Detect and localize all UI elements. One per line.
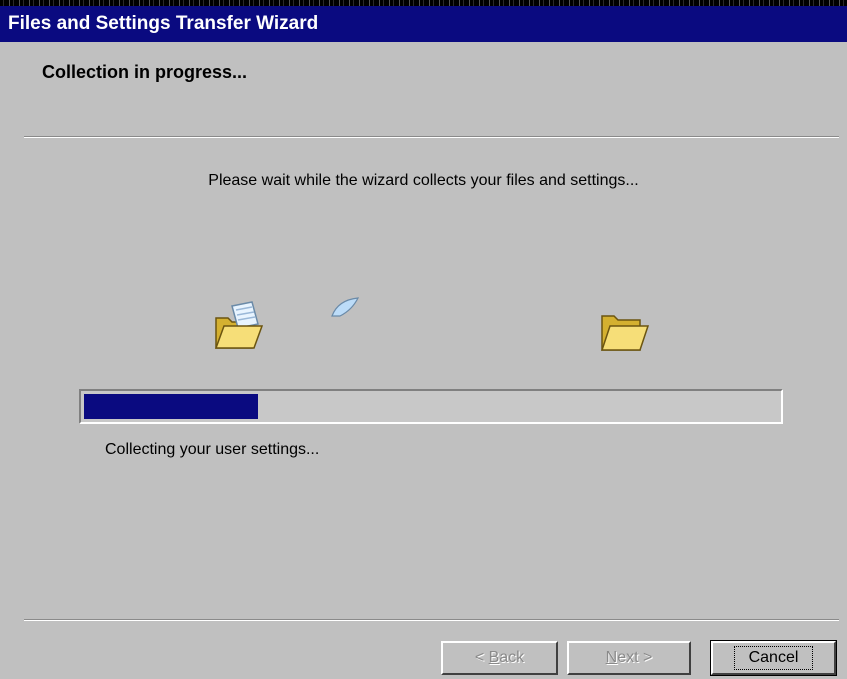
back-label: < Back xyxy=(474,649,525,666)
flying-document-icon xyxy=(331,297,360,317)
open-folder-with-document-icon xyxy=(214,301,264,349)
page-title: Collection in progress... xyxy=(42,62,248,82)
window-title: Files and Settings Transfer Wizard xyxy=(8,13,319,34)
next-button[interactable]: Next > xyxy=(567,641,691,675)
progress-fill xyxy=(84,394,258,419)
cancel-label: Cancel xyxy=(733,646,814,670)
status-text: Collecting your user settings... xyxy=(105,441,320,458)
cancel-button[interactable]: Cancel xyxy=(710,640,837,676)
footer-divider xyxy=(24,619,839,621)
window-titlebar[interactable]: Files and Settings Transfer Wizard xyxy=(0,6,847,42)
progress-bar xyxy=(79,389,783,424)
open-folder-icon xyxy=(600,315,650,351)
wait-message: Please wait while the wizard collects yo… xyxy=(208,172,639,189)
next-label: Next > xyxy=(605,649,653,666)
back-button[interactable]: < Back xyxy=(441,641,558,675)
header-divider xyxy=(24,136,839,138)
